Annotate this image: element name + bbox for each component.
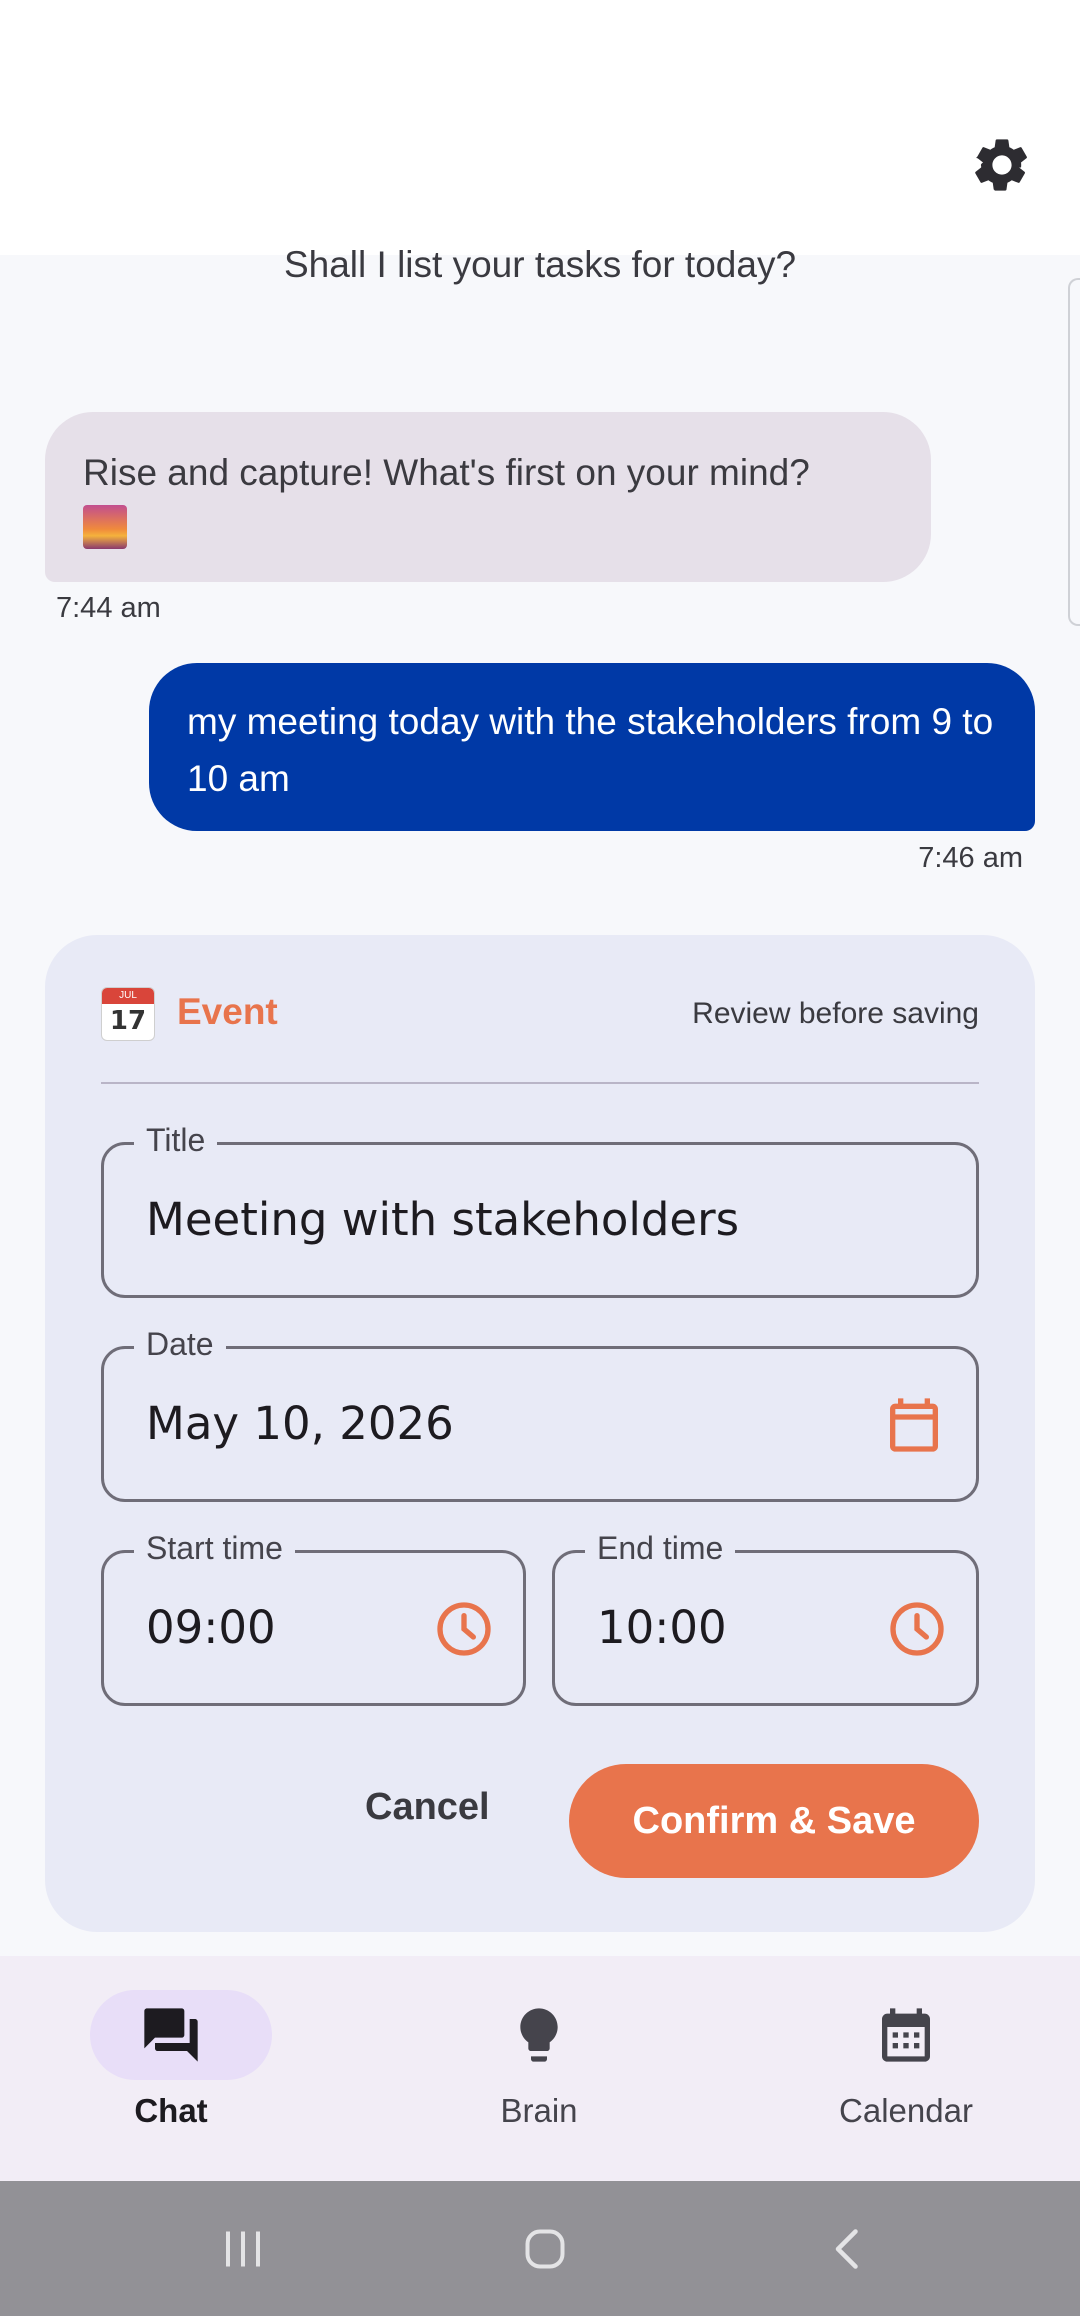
bot-message-bubble: Rise and capture! What's first on your m… [45,412,931,582]
review-hint: Review before saving [692,997,979,1030]
user-message-bubble: my meeting today with the stakeholders f… [149,663,1035,831]
date-field-value[interactable]: May 10, 2026 [146,1397,454,1450]
home-icon[interactable] [515,2219,575,2279]
card-actions: Cancel Confirm & Save [45,1764,1035,1878]
nav-label-chat: Chat [134,2092,208,2129]
clock-icon[interactable] [885,1597,949,1661]
chat-icon[interactable] [139,2003,203,2067]
title-field-value[interactable]: Meeting with stakeholders [146,1193,739,1246]
nav-label-calendar: Calendar [839,2092,973,2129]
nav-item-chat[interactable]: Chat [21,1956,321,2181]
back-icon[interactable] [818,2219,878,2279]
bottom-navigation: Chat Brain Calendar [0,1956,1080,2181]
calendar-emoji-icon: JUL 17 [101,987,155,1041]
event-review-card: JUL 17 Event Review before saving Title … [45,935,1035,1932]
lightbulb-icon[interactable] [507,2003,571,2067]
user-message-text: my meeting today with the stakeholders f… [187,701,994,799]
sunrise-icon [83,505,127,549]
clock-icon[interactable] [432,1597,496,1661]
end-time-label: End time [585,1527,736,1569]
calendar-icon[interactable] [874,2003,938,2067]
gear-icon[interactable] [970,133,1034,197]
start-time-label: Start time [134,1527,295,1569]
bot-message-text: Rise and capture! What's first on your m… [83,452,810,493]
calendar-icon[interactable] [882,1393,946,1457]
date-field[interactable]: Date May 10, 2026 [101,1323,979,1502]
event-type-label: Event [177,991,278,1032]
user-message-time: 7:46 am [918,842,1023,874]
date-field-label: Date [134,1323,226,1365]
scroll-indicator [1068,278,1080,626]
bot-message-time: 7:44 am [56,592,161,624]
title-field[interactable]: Title Meeting with stakeholders [101,1119,979,1298]
recents-icon[interactable] [213,2219,273,2279]
nav-item-calendar[interactable]: Calendar [756,1956,1056,2181]
title-field-label: Title [134,1119,218,1161]
previous-message-text: Shall I list your tasks for today? [283,244,797,285]
start-time-field[interactable]: Start time 09:00 [101,1527,526,1706]
nav-label-brain: Brain [500,2092,578,2129]
card-header: JUL 17 Event Review before saving [101,985,979,1045]
nav-item-brain[interactable]: Brain [389,1956,689,2181]
top-app-bar [0,0,1080,255]
confirm-save-button[interactable]: Confirm & Save [569,1764,979,1878]
end-time-value[interactable]: 10:00 [597,1601,727,1654]
end-time-field[interactable]: End time 10:00 [552,1527,979,1706]
cancel-button[interactable]: Cancel [365,1786,490,1829]
divider [101,1082,979,1084]
start-time-value[interactable]: 09:00 [146,1601,276,1654]
system-navigation-bar [0,2181,1080,2316]
